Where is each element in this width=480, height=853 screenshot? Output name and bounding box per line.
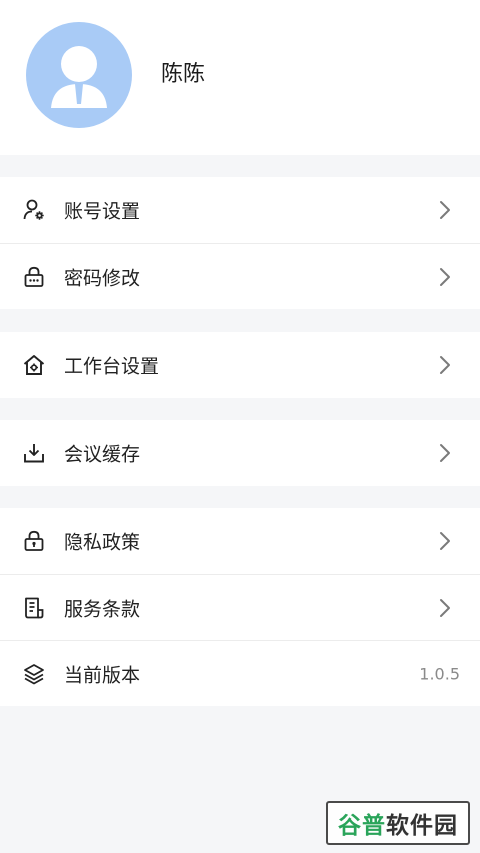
menu-item-change-password[interactable]: 密码修改 — [0, 243, 480, 309]
version-value: 1.0.5 — [419, 664, 460, 683]
menu-item-meeting-cache[interactable]: 会议缓存 — [0, 420, 480, 486]
chevron-right-icon — [440, 267, 450, 286]
profile-header: 陈陈 — [0, 0, 480, 155]
download-icon — [24, 444, 44, 463]
menu-item-privacy-policy[interactable]: 隐私政策 — [0, 508, 480, 574]
menu-item-workbench-settings[interactable]: 工作台设置 — [0, 332, 480, 398]
menu-item-label: 隐私政策 — [64, 531, 141, 554]
menu-item-label: 会议缓存 — [64, 443, 141, 466]
menu-item-label: 账号设置 — [64, 200, 141, 223]
menu-item-terms-of-service[interactable]: 服务条款 — [0, 574, 480, 640]
info-group: 隐私政策 服务条款 当前版本 1.0.5 — [0, 508, 480, 706]
chevron-right-icon — [440, 201, 450, 219]
menu-item-current-version: 当前版本 1.0.5 — [0, 640, 480, 706]
lock-icon — [24, 530, 44, 551]
chevron-right-icon — [440, 356, 450, 374]
lock-icon — [24, 266, 44, 287]
chevron-right-icon — [440, 532, 450, 550]
avatar[interactable] — [26, 22, 132, 128]
watermark-brand: 谷普 — [338, 813, 386, 839]
menu-item-account-settings[interactable]: 账号设置 — [0, 177, 480, 243]
chevron-right-icon — [440, 598, 450, 617]
user-gear-icon — [23, 199, 44, 220]
cache-group: 会议缓存 — [0, 420, 480, 486]
chevron-right-icon — [440, 444, 450, 462]
menu-item-label: 密码修改 — [64, 267, 141, 289]
watermark-suffix: 软件园 — [386, 813, 458, 839]
menu-item-label: 服务条款 — [64, 598, 141, 620]
menu-item-label: 当前版本 — [64, 664, 141, 686]
account-group: 账号设置 密码修改 — [0, 177, 480, 309]
user-avatar-icon — [51, 46, 107, 108]
workbench-group: 工作台设置 — [0, 332, 480, 398]
layers-icon — [24, 663, 44, 684]
menu-item-label: 工作台设置 — [64, 355, 160, 378]
watermark-logo: 谷普 软件园 — [326, 801, 470, 845]
home-gear-icon — [23, 355, 45, 375]
document-icon — [25, 597, 44, 618]
username: 陈陈 — [161, 62, 206, 87]
